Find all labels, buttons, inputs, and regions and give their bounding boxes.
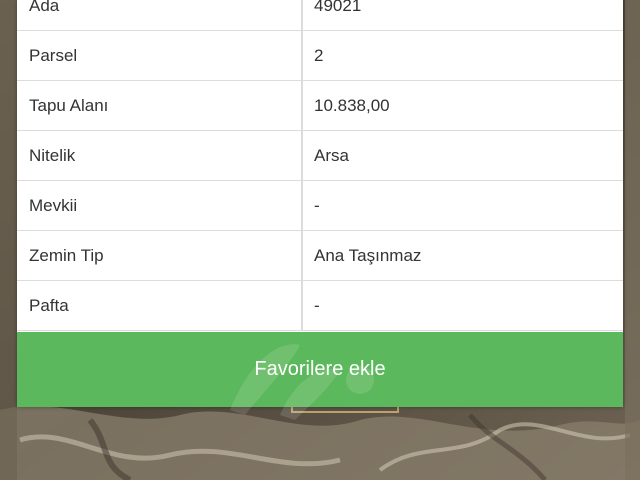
- parcel-info-table: Ada 49021 Parsel 2 Tapu Alanı 10.838,00 …: [17, 0, 623, 331]
- table-row-tapu-alani: Tapu Alanı 10.838,00: [17, 81, 623, 131]
- table-row-mevkii: Mevkii -: [17, 181, 623, 231]
- add-to-favorites-label: Favorilere ekle: [254, 358, 386, 380]
- row-value: 49021: [314, 0, 362, 15]
- app-screen: Ada 49021 Parsel 2 Tapu Alanı 10.838,00 …: [0, 0, 640, 480]
- row-value: -: [314, 195, 320, 215]
- row-label: Pafta: [17, 281, 303, 330]
- row-label: Parsel: [17, 31, 303, 80]
- table-row-zemin-tip: Zemin Tip Ana Taşınmaz: [17, 231, 623, 281]
- table-row-nitelik: Nitelik Arsa: [17, 131, 623, 181]
- row-label: Ada: [17, 0, 303, 30]
- row-label: Nitelik: [17, 131, 303, 180]
- row-value: Arsa: [314, 145, 349, 165]
- row-label: Tapu Alanı: [17, 81, 303, 130]
- row-label: Zemin Tip: [17, 231, 303, 280]
- parcel-info-panel: Ada 49021 Parsel 2 Tapu Alanı 10.838,00 …: [17, 0, 623, 407]
- row-value: 10.838,00: [314, 95, 390, 115]
- row-value: 2: [314, 45, 324, 65]
- row-value: -: [314, 295, 320, 315]
- table-row-ada: Ada 49021: [17, 0, 623, 31]
- row-label: Mevkii: [17, 181, 303, 230]
- row-value: Ana Taşınmaz: [314, 245, 422, 265]
- add-to-favorites-button[interactable]: Favorilere ekle: [17, 332, 623, 407]
- table-row-parsel: Parsel 2: [17, 31, 623, 81]
- table-row-pafta: Pafta -: [17, 281, 623, 331]
